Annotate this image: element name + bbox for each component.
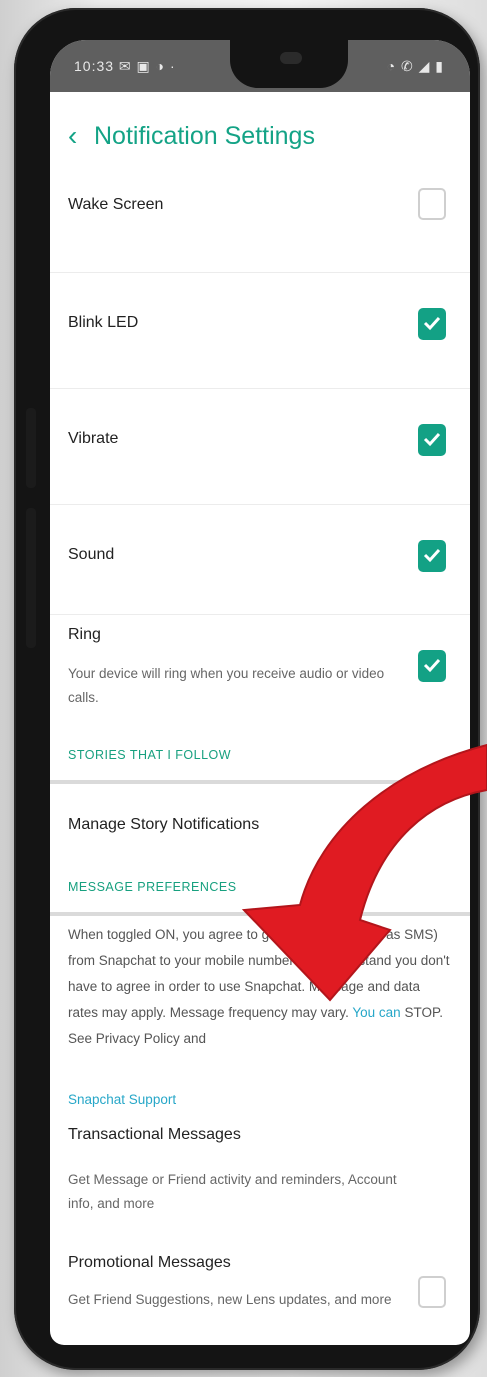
status-right: ◔ ✆ ◢ ▮ bbox=[386, 58, 444, 74]
check-icon bbox=[423, 432, 441, 447]
row-sound[interactable]: Sound bbox=[50, 504, 470, 615]
back-arrow-icon[interactable]: ‹ bbox=[68, 122, 77, 150]
ring-description: Your device will ring when you receive a… bbox=[68, 666, 385, 705]
row-vibrate[interactable]: Vibrate bbox=[50, 388, 470, 505]
ring-checkbox[interactable] bbox=[418, 650, 446, 682]
row-manage-story[interactable]: Manage Story Notifications bbox=[50, 784, 470, 864]
row-blink-led[interactable]: Blink LED bbox=[50, 272, 470, 389]
volume-button bbox=[26, 408, 36, 488]
snapchat-support-link[interactable]: Snapchat Support bbox=[68, 1092, 176, 1107]
row-label: Blink LED bbox=[68, 314, 139, 331]
row-wake-screen[interactable]: Wake Screen bbox=[50, 168, 470, 273]
row-transactional[interactable]: Transactional Messages Get Message or Fr… bbox=[50, 1120, 470, 1240]
blink-led-checkbox[interactable] bbox=[418, 308, 446, 340]
sound-checkbox[interactable] bbox=[418, 540, 446, 572]
row-label: Wake Screen bbox=[68, 196, 164, 213]
row-label: Ring bbox=[68, 626, 101, 643]
header: ‹ Notification Settings bbox=[50, 102, 470, 162]
phone-frame: 10:33 ✉ ▣ ◑ · ◔ ✆ ◢ ▮ ‹ Notification Set… bbox=[14, 8, 480, 1370]
check-icon bbox=[423, 548, 441, 563]
promotional-description: Get Friend Suggestions, new Lens updates… bbox=[68, 1292, 392, 1307]
status-left: 10:33 ✉ ▣ ◑ · bbox=[74, 58, 176, 74]
transactional-description: Get Message or Friend activity and remin… bbox=[68, 1172, 397, 1211]
section-divider bbox=[50, 912, 470, 916]
vibrate-checkbox[interactable] bbox=[418, 424, 446, 456]
check-icon bbox=[423, 316, 441, 331]
row-ring[interactable]: Ring Your device will ring when you rece… bbox=[50, 614, 470, 734]
phone-screen: 10:33 ✉ ▣ ◑ · ◔ ✆ ◢ ▮ ‹ Notification Set… bbox=[50, 40, 470, 1345]
preferences-text: When toggled ON, you agree to get messag… bbox=[68, 922, 453, 1052]
manage-story-label: Manage Story Notifications bbox=[68, 816, 260, 833]
page-title: Notification Settings bbox=[94, 122, 315, 150]
row-label: Vibrate bbox=[68, 430, 119, 447]
section-stories-heading: STORIES THAT I FOLLOW bbox=[68, 748, 232, 762]
row-label: Sound bbox=[68, 546, 115, 563]
check-icon bbox=[423, 658, 441, 673]
notch bbox=[230, 40, 348, 88]
row-promotional[interactable]: Promotional Messages Get Friend Suggesti… bbox=[50, 1248, 470, 1345]
wake-screen-checkbox[interactable] bbox=[418, 188, 446, 220]
section-message-prefs-heading: MESSAGE PREFERENCES bbox=[68, 880, 237, 894]
camera-icon bbox=[280, 52, 302, 64]
preferences-link[interactable]: You can bbox=[352, 1005, 400, 1020]
promotional-label: Promotional Messages bbox=[68, 1254, 231, 1271]
power-button bbox=[26, 508, 36, 648]
promotional-checkbox[interactable] bbox=[418, 1276, 446, 1308]
transactional-label: Transactional Messages bbox=[68, 1126, 241, 1143]
